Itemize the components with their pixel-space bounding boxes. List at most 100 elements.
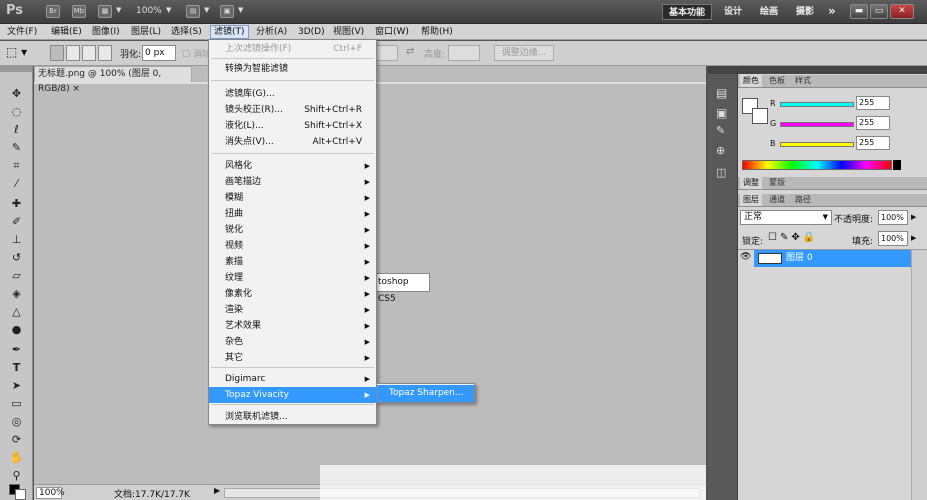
menu-file[interactable]: 文件(F) — [4, 25, 40, 39]
menu-analysis[interactable]: 分析(A) — [253, 25, 290, 39]
filter-menu-item[interactable]: 素描 ▶ — [209, 254, 376, 270]
paint-bucket-icon[interactable]: ◈ — [8, 286, 25, 301]
b-slider[interactable] — [780, 142, 854, 147]
opacity-dropdown-icon[interactable]: ▶ — [911, 213, 916, 221]
antialias-checkbox[interactable]: ☐ 消除 — [182, 47, 211, 60]
g-slider[interactable] — [780, 122, 854, 127]
menu-image[interactable]: 图像(I) — [89, 25, 123, 39]
fill-dropdown-icon[interactable]: ▶ — [911, 234, 916, 242]
history-brush-icon[interactable]: ↺ — [8, 250, 25, 265]
path-selection-icon[interactable]: ➤ — [8, 378, 25, 393]
menu-3d[interactable]: 3D(D) — [295, 25, 328, 39]
filter-menu-item[interactable]: Topaz Vivacity ▶ — [209, 387, 376, 403]
opacity-input[interactable]: 100% — [878, 210, 908, 225]
add-selection-icon[interactable] — [66, 45, 80, 61]
brush-tool-icon[interactable]: ✐ — [8, 214, 25, 229]
tab-masks[interactable]: 蒙版 — [766, 177, 788, 189]
menu-item-topaz-sharpen[interactable]: Topaz Sharpen... — [377, 385, 474, 402]
chevron-down-icon[interactable]: ▼ — [116, 6, 121, 14]
healing-brush-icon[interactable]: ✚ — [8, 196, 25, 211]
status-menu-arrow-icon[interactable]: ▶ — [214, 486, 220, 495]
arrange-documents-icon[interactable]: ▤ — [186, 5, 200, 18]
b-value-input[interactable]: 255 — [856, 136, 890, 150]
chevron-down-icon[interactable]: ▼ — [166, 6, 171, 14]
height-input[interactable] — [448, 45, 480, 61]
menu-help[interactable]: 帮助(H) — [418, 25, 456, 39]
tab-paths[interactable]: 路径 — [792, 194, 814, 206]
view-extras-icon[interactable]: ▦ — [98, 5, 112, 18]
intersect-selection-icon[interactable] — [98, 45, 112, 61]
workspace-essentials[interactable]: 基本功能 — [662, 4, 713, 20]
filter-menu-item[interactable]: 镜头校正(R)... Shift+Ctrl+R — [209, 102, 376, 118]
fill-input[interactable]: 100% — [878, 231, 908, 246]
layer-row-layer0[interactable]: 图层 0 — [754, 250, 911, 267]
filter-menu-item[interactable]: 画笔描边 ▶ — [209, 174, 376, 190]
lock-options-icons[interactable]: ☐✎✥🔒 — [768, 232, 818, 243]
filter-menu-item[interactable]: 杂色 ▶ — [209, 334, 376, 350]
move-tool-icon[interactable]: ✥ — [8, 86, 25, 101]
tab-adjustments[interactable]: 调整 — [740, 177, 762, 189]
g-value-input[interactable]: 255 — [856, 116, 890, 130]
filter-menu-item[interactable]: 扭曲 ▶ — [209, 206, 376, 222]
black-swatch[interactable] — [893, 160, 901, 170]
menu-edit[interactable]: 编辑(E) — [48, 25, 85, 39]
clone-source-icon[interactable]: ⊕ — [716, 144, 725, 157]
bridge-icon[interactable]: Br — [46, 5, 60, 18]
filter-menu-item[interactable]: 滤镜库(G)... — [209, 86, 376, 102]
r-value-input[interactable]: 255 — [856, 96, 890, 110]
3d-orbit-icon[interactable]: ⟳ — [8, 432, 25, 447]
filter-menu-item[interactable]: 浏览联机滤镜... — [209, 409, 376, 425]
background-color-swatch[interactable] — [15, 489, 26, 500]
filter-menu-item[interactable]: 像素化 ▶ — [209, 286, 376, 302]
new-selection-icon[interactable] — [50, 45, 64, 61]
more-workspaces-button[interactable]: » — [822, 4, 842, 20]
color-spectrum-bar[interactable] — [742, 160, 892, 170]
r-slider[interactable] — [780, 102, 854, 107]
filter-menu-item[interactable]: 消失点(V)... Alt+Ctrl+V — [209, 134, 376, 150]
blend-mode-select[interactable]: 正常 ▼ — [740, 210, 832, 225]
workspace-painting[interactable]: 绘画 — [754, 4, 784, 20]
menu-select[interactable]: 选择(S) — [168, 25, 205, 39]
subtract-selection-icon[interactable] — [82, 45, 96, 61]
chevron-down-icon[interactable]: ▼ — [204, 6, 209, 14]
menu-view[interactable]: 视图(V) — [330, 25, 367, 39]
layers-scrollbar[interactable] — [911, 250, 927, 500]
mini-bridge-icon[interactable]: Mb — [72, 5, 86, 18]
zoom-level-select[interactable]: 100% — [136, 6, 162, 16]
clone-stamp-icon[interactable]: ⊥ — [8, 232, 25, 247]
tab-color[interactable]: 颜色 — [740, 75, 762, 87]
type-tool-icon[interactable]: T — [8, 360, 25, 375]
eyedropper-icon[interactable]: ⁄ — [8, 176, 25, 191]
menu-layer[interactable]: 图层(L) — [128, 25, 164, 39]
filter-menu-item[interactable]: 视频 ▶ — [209, 238, 376, 254]
eraser-tool-icon[interactable]: ▱ — [8, 268, 25, 283]
width-input[interactable] — [376, 45, 398, 61]
filter-menu-item[interactable]: 锐化 ▶ — [209, 222, 376, 238]
close-tab-icon[interactable]: × — [73, 84, 81, 94]
shape-tool-icon[interactable]: ▭ — [8, 396, 25, 411]
filter-menu-item[interactable]: 模糊 ▶ — [209, 190, 376, 206]
history-panel-icon[interactable]: ▤ — [716, 86, 727, 100]
document-tab[interactable]: 无标题.png @ 100% (图层 0, RGB/8) × — [34, 66, 192, 94]
filter-menu-item[interactable]: 转换为智能滤镜 — [209, 61, 376, 77]
chevron-down-icon[interactable]: ▼ — [238, 6, 243, 14]
blur-tool-icon[interactable]: △ — [8, 304, 25, 319]
filter-menu-item[interactable]: 风格化 ▶ — [209, 158, 376, 174]
3d-rotate-icon[interactable]: ◎ — [8, 414, 25, 429]
filter-menu-item[interactable]: 艺术效果 ▶ — [209, 318, 376, 334]
character-panel-icon[interactable]: ◫ — [716, 166, 726, 179]
tab-layers[interactable]: 图层 — [740, 194, 762, 206]
filter-menu-item[interactable]: 液化(L)... Shift+Ctrl+X — [209, 118, 376, 134]
restore-icon[interactable]: ▭ — [870, 4, 888, 19]
status-zoom-input[interactable]: 100% — [36, 487, 65, 499]
filter-menu-item[interactable]: Digimarc ▶ — [209, 371, 376, 387]
dodge-tool-icon[interactable]: ● — [8, 322, 25, 337]
filter-menu-item[interactable]: 其它 ▶ — [209, 350, 376, 366]
hand-tool-icon[interactable]: ✋ — [8, 450, 25, 465]
close-icon[interactable]: ✕ — [890, 4, 914, 19]
tab-channels[interactable]: 通道 — [766, 194, 788, 206]
quick-selection-icon[interactable]: ✎ — [8, 140, 25, 155]
tab-styles[interactable]: 样式 — [792, 75, 814, 87]
menu-filter[interactable]: 滤镜(T) — [210, 25, 249, 39]
lasso-tool-icon[interactable]: ℓ — [8, 122, 25, 137]
